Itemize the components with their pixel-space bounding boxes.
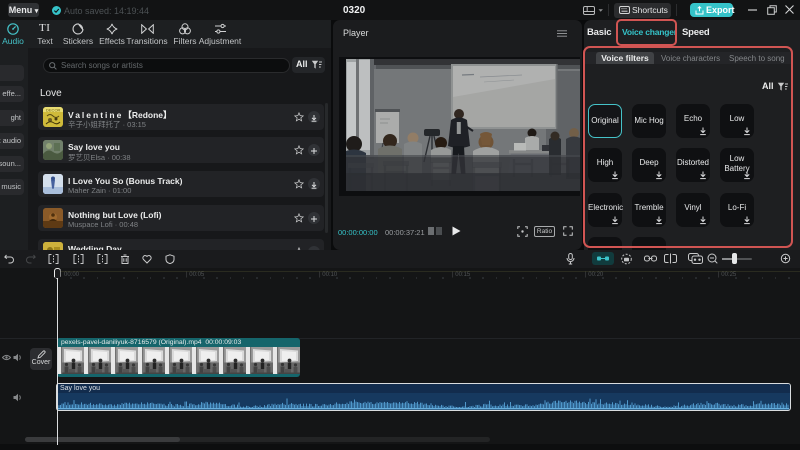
svg-text:DECOR: DECOR: [46, 108, 61, 113]
